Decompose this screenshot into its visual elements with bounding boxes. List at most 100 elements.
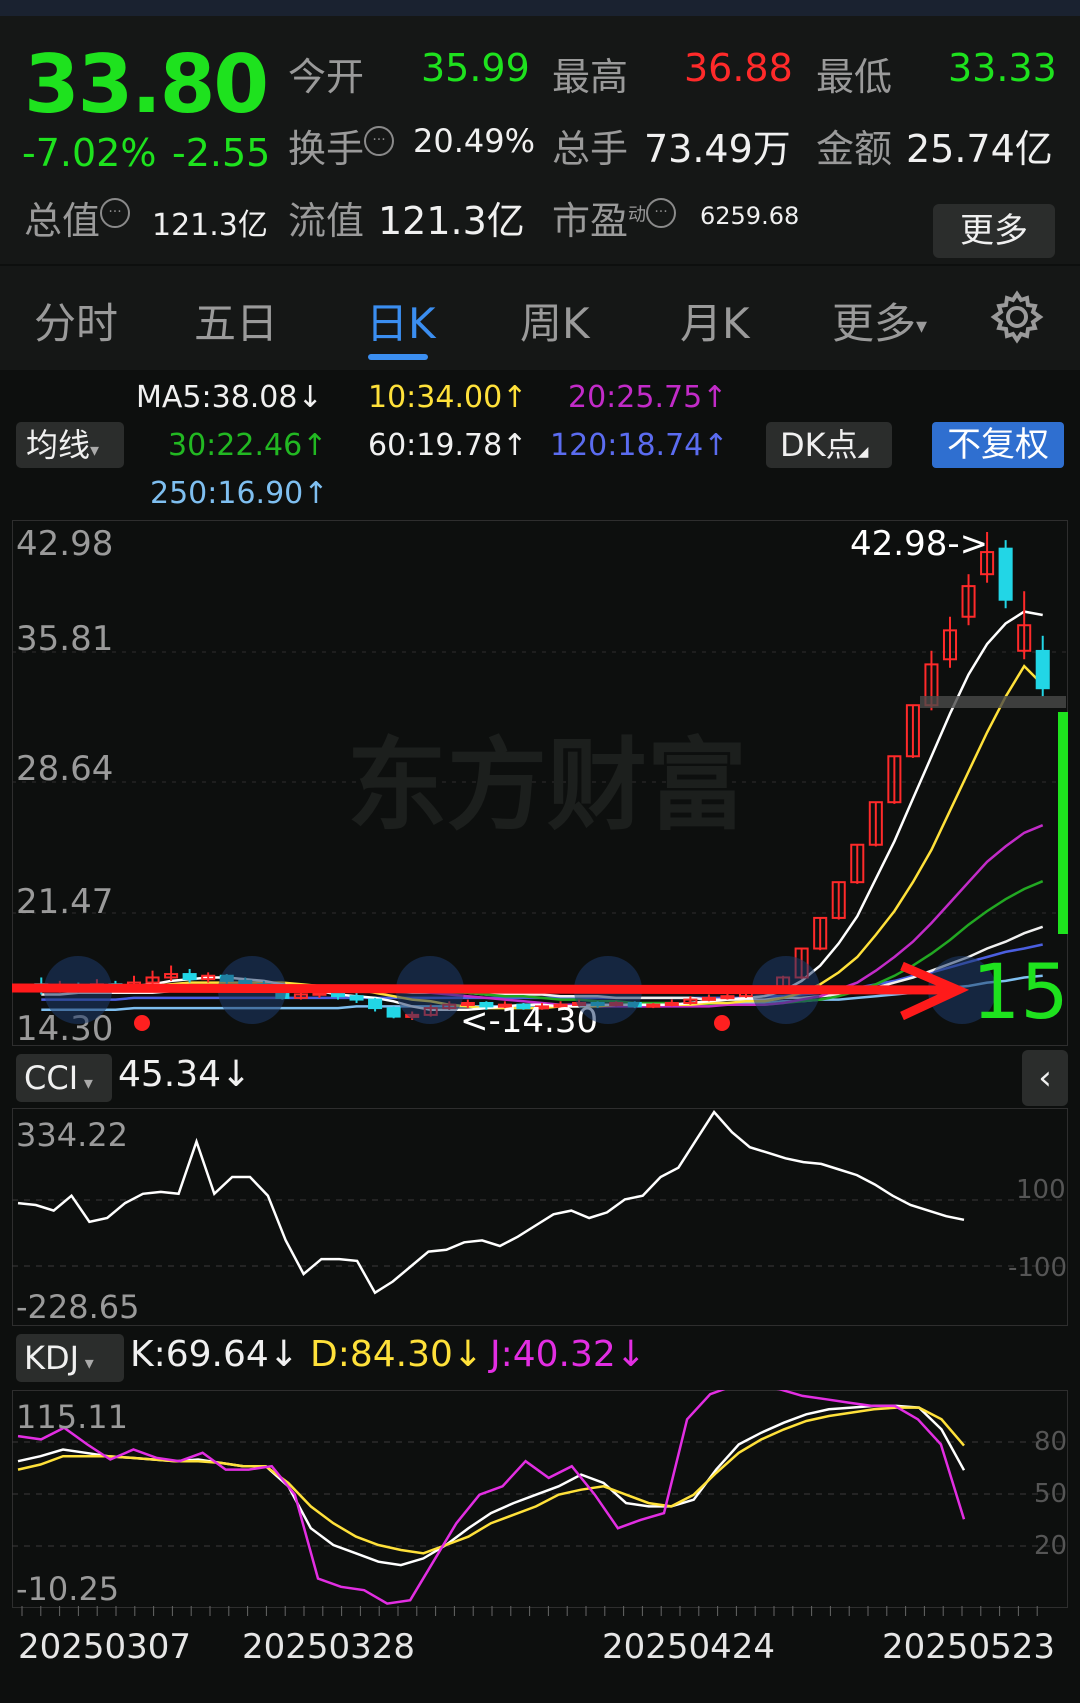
cci-y-min: -228.65 [16,1288,140,1326]
info-icon: ··· [364,126,395,156]
open-label: 今开 [288,55,365,99]
collapse-panel-icon[interactable]: ‹ [1022,1050,1068,1106]
kdj-d-value: D:84.30↓ [310,1334,484,1375]
kdj-y-min: -10.25 [16,1570,119,1608]
candle-body [664,1001,679,1006]
pe-value: 6259.68 [700,202,800,230]
candle-body [368,998,383,1010]
ma-selector-label: 均线 [26,426,91,464]
candle-body [330,991,346,998]
mktcap-value: 121.3亿 [152,208,268,243]
high-marker: 42.98-> [850,524,988,564]
ma-selector[interactable]: 均线▾ [16,422,124,468]
candle-body [646,1003,661,1008]
ma30-value: 30:22.46↑ [168,428,328,463]
corner-arrow-icon: ◢ [857,444,869,460]
candle-body [1035,649,1050,690]
y-label-2: 35.81 [16,619,113,659]
kdj-selector-label: KDJ [24,1339,80,1377]
kdj-j-value: J:40.32↓ [490,1334,646,1375]
float-label: 流值 [288,199,365,243]
annotation-arrow [12,983,953,995]
turnover-label[interactable]: 换手 ··· [288,118,395,173]
pe-label[interactable]: 市盈动 ··· [552,190,677,245]
mktcap-label[interactable]: 总值 ··· [24,190,131,245]
y-label-3: 28.64 [16,749,113,789]
chevron-down-icon: ▾ [90,440,100,461]
watermark: 东方财富 [347,727,747,844]
volume-side-bar [1058,712,1068,934]
cci-chart[interactable]: 334.22 -228.65 100 -100 [12,1108,1068,1326]
low-label: 最低 [816,55,893,99]
amount-label: 金额 [816,127,893,171]
turnover-value: 20.49% [413,122,536,160]
price-adjust-button[interactable]: 不复权 [932,422,1064,468]
tab-daily-k[interactable]: 日K [366,290,436,351]
k-series-line [17,1404,966,1567]
tab-intraday[interactable]: 分时 [34,290,118,351]
info-icon: ··· [100,198,131,228]
quote-header: 33.80 -7.02% -2.55 今开 35.99 最高 36.88 最低 … [0,16,1080,264]
kdj-ref-50: 50 [1034,1479,1067,1509]
cci-y-max: 334.22 [16,1116,128,1154]
pe-label-text: 市盈 [552,199,629,243]
signal-dot [714,1015,730,1031]
kdj-chart[interactable]: 115.11 -10.25 80 50 20 [12,1390,1068,1608]
date-label-2: 20250328 [242,1627,415,1667]
period-tabs: 分时 五日 日K 周K 月K 更多▾ [0,266,1080,370]
kdj-ref-80: 80 [1034,1427,1067,1457]
ma20-value: 20:25.75↑ [568,380,728,415]
high-label: 最高 [552,55,629,99]
info-icon: ··· [646,198,677,228]
change-percent: -7.02% [22,131,157,175]
candle-body [182,973,197,981]
dk-point-label: DK点 [780,426,858,464]
ma250-value: 250:16.90↑ [150,476,329,511]
cci-selector-label: CCI [24,1059,79,1097]
tab-more[interactable]: 更多▾ [832,290,927,351]
ma10-value: 10:34.00↑ [368,380,528,415]
status-bar [0,0,1080,16]
open-value: 35.99 [421,46,530,90]
dk-point-button[interactable]: DK点◢ [766,422,892,468]
candle-body [720,995,735,1000]
amount-value: 25.74亿 [906,127,1053,171]
candle-body [998,547,1013,601]
kdj-y-max: 115.11 [16,1398,128,1436]
high-value: 36.88 [684,46,793,90]
volume-label: 总手 [552,127,629,171]
date-axis: 20250307 20250328 20250424 20250523 [18,1606,1055,1667]
last-price: 33.80 [24,38,269,131]
y-label-4: 21.47 [16,882,113,922]
date-label-1: 20250307 [18,1627,191,1667]
float-value: 121.3亿 [378,199,525,243]
chevron-down-icon: ▾ [916,314,928,339]
kline-chart[interactable]: 东方财富 42.98 35.81 28.64 21.47 14.30 42.98… [12,520,1068,1046]
mktcap-label-text: 总值 [24,199,101,243]
more-button[interactable]: 更多 [933,204,1055,258]
chevron-down-icon: ▾ [78,1073,93,1094]
tab-five-day[interactable]: 五日 [194,290,278,351]
cci-selector[interactable]: CCI ▾ [16,1054,112,1102]
tab-weekly-k[interactable]: 周K [520,290,590,351]
ma120-value: 120:18.74↑ [550,428,729,463]
d-series-line [17,1406,965,1555]
active-tab-indicator [368,354,428,360]
kdj-k-value: K:69.64↓ [130,1334,299,1375]
volume-value: 73.49万 [644,127,791,171]
candle-body [349,995,364,1001]
date-label-4: 20250523 [882,1627,1055,1667]
tab-monthly-k[interactable]: 月K [680,290,750,351]
cci-frame [12,1108,1068,1326]
cci-ref-low: -100 [1008,1253,1067,1283]
ma60-value: 60:19.78↑ [368,428,528,463]
tab-more-label: 更多 [832,299,917,348]
price-band [920,696,1066,708]
candle-body [386,1007,401,1018]
gear-icon[interactable] [990,290,1044,344]
kdj-selector[interactable]: KDJ ▾ [16,1334,124,1382]
cci-value: 45.34↓ [118,1054,252,1095]
cci-ref-high: 100 [1016,1175,1066,1205]
candle-body [701,996,716,1001]
chevron-down-icon: ▾ [79,1353,94,1374]
